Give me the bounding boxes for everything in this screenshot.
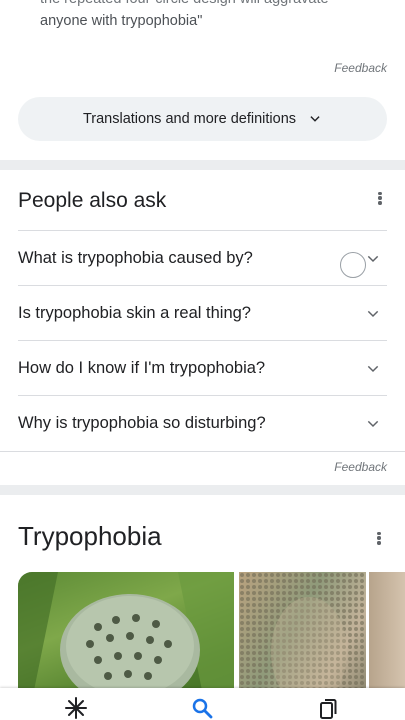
definition-example: the repeated four-circle design will agg… xyxy=(40,0,380,32)
paa-question[interactable]: Is trypophobia skin a real thing? xyxy=(18,285,387,341)
search-icon[interactable] xyxy=(190,696,214,720)
section-separator xyxy=(0,485,405,495)
loading-spinner-icon xyxy=(340,252,366,278)
definition-feedback-link[interactable]: Feedback xyxy=(334,61,387,75)
paa-question[interactable]: What is trypophobia caused by? xyxy=(18,230,387,286)
chevron-down-icon xyxy=(310,116,320,122)
paa-question-text: Is trypophobia skin a real thing? xyxy=(18,304,251,322)
paa-question-text: What is trypophobia caused by? xyxy=(18,249,253,267)
paa-question[interactable]: Why is trypophobia so disturbing? xyxy=(18,395,387,451)
more-options-icon[interactable] xyxy=(370,530,388,548)
collections-icon[interactable] xyxy=(316,696,340,720)
translations-button[interactable]: Translations and more definitions xyxy=(18,97,387,141)
chevron-down-icon xyxy=(367,310,379,317)
paa-question-text: How do I know if I'm trypophobia? xyxy=(18,359,266,377)
more-options-icon[interactable] xyxy=(371,190,389,208)
section-separator xyxy=(0,160,405,170)
translations-button-label: Translations and more definitions xyxy=(82,111,297,127)
chevron-down-icon xyxy=(367,365,379,372)
paa-question[interactable]: How do I know if I'm trypophobia? xyxy=(18,340,387,396)
paa-feedback-link[interactable]: Feedback xyxy=(334,460,387,474)
bottom-navigation xyxy=(0,688,405,720)
definition-example-line-cut: the repeated four-circle design will agg… xyxy=(40,0,380,10)
paa-bottom-divider xyxy=(0,451,405,452)
discover-icon[interactable] xyxy=(64,696,88,720)
people-also-ask-title: People also ask xyxy=(18,189,167,212)
chevron-down-icon xyxy=(367,420,379,427)
definition-example-line: anyone with trypophobia" xyxy=(40,13,203,29)
knowledge-panel-title: Trypophobia xyxy=(18,521,162,551)
chevron-down-icon xyxy=(367,255,379,262)
paa-question-text: Why is trypophobia so disturbing? xyxy=(18,414,266,432)
